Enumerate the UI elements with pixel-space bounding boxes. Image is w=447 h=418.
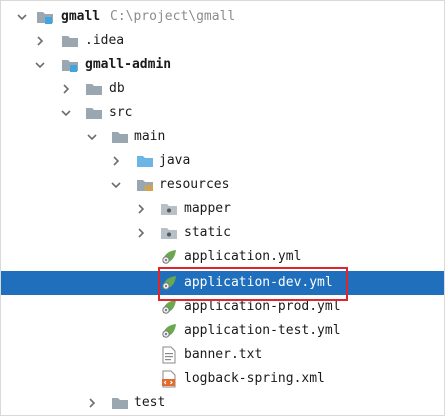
package-folder-icon: [160, 200, 178, 218]
tree-row-java[interactable]: java: [1, 149, 444, 173]
spring-yaml-file-icon: [160, 248, 178, 266]
chevron-right-icon[interactable]: [109, 154, 123, 168]
chevron-down-icon[interactable]: [109, 178, 123, 192]
folder-icon: [111, 394, 129, 412]
chevron-down-icon[interactable]: [33, 58, 47, 72]
project-name: gmall: [61, 9, 101, 24]
tree-row-mapper[interactable]: mapper: [1, 197, 444, 221]
spring-yaml-file-icon: [160, 322, 178, 340]
text-file-icon: [160, 346, 178, 364]
mapper-folder-label: mapper: [184, 201, 231, 216]
package-folder-icon: [160, 224, 178, 242]
module-folder-icon: [36, 8, 54, 26]
chevron-right-icon[interactable]: [134, 226, 148, 240]
xml-file-icon: [160, 370, 178, 388]
file-label: application-test.yml: [184, 323, 341, 338]
chevron-down-icon[interactable]: [85, 130, 99, 144]
file-label: logback-spring.xml: [184, 371, 325, 386]
file-label: application-dev.yml: [184, 275, 333, 290]
chevron-right-icon[interactable]: [33, 34, 47, 48]
main-folder-label: main: [134, 129, 166, 144]
chevron-right-icon[interactable]: [134, 202, 148, 216]
project-tree-panel: gmall C:\project\gmall .idea gmall-admin: [0, 0, 445, 416]
project-path: C:\project\gmall: [110, 9, 236, 24]
chevron-down-icon[interactable]: [15, 10, 29, 24]
chevron-right-icon[interactable]: [85, 396, 99, 410]
folder-icon: [85, 80, 103, 98]
chevron-down-icon[interactable]: [59, 106, 73, 120]
resources-folder-icon: [136, 176, 154, 194]
src-folder-label: src: [109, 105, 133, 120]
tree-row-static[interactable]: static: [1, 221, 444, 245]
tree-row-file[interactable]: application-prod.yml: [1, 295, 444, 319]
static-folder-label: static: [184, 225, 231, 240]
tree-row-file[interactable]: application.yml: [1, 245, 444, 269]
file-label: banner.txt: [184, 347, 263, 362]
tree-row-main[interactable]: main: [1, 125, 444, 149]
tree-row-resources[interactable]: resources: [1, 173, 444, 197]
tree-row-file[interactable]: banner.txt: [1, 343, 444, 367]
tree-row-test[interactable]: test: [1, 391, 444, 415]
spring-yaml-file-icon: [160, 274, 178, 292]
file-label: application.yml: [184, 249, 302, 264]
module-name: gmall-admin: [85, 57, 172, 72]
tree-row-file[interactable]: application-test.yml: [1, 319, 444, 343]
folder-icon: [111, 128, 129, 146]
test-folder-label: test: [134, 395, 166, 410]
tree-row-file-selected[interactable]: application-dev.yml: [1, 271, 444, 295]
tree-row-src[interactable]: src: [1, 101, 444, 125]
idea-folder-label: .idea: [85, 33, 125, 48]
source-folder-icon: [136, 152, 154, 170]
chevron-right-icon[interactable]: [59, 82, 73, 96]
folder-icon: [61, 32, 79, 50]
spring-yaml-file-icon: [160, 298, 178, 316]
resources-folder-label: resources: [159, 177, 230, 192]
tree-row-gmall[interactable]: gmall C:\project\gmall: [1, 5, 444, 29]
tree-row-idea[interactable]: .idea: [1, 29, 444, 53]
folder-icon: [85, 104, 103, 122]
tree-row-file[interactable]: logback-spring.xml: [1, 367, 444, 391]
tree-row-db[interactable]: db: [1, 77, 444, 101]
tree-row-gmall-admin[interactable]: gmall-admin: [1, 53, 444, 77]
db-folder-label: db: [109, 81, 125, 96]
file-label: application-prod.yml: [184, 299, 341, 314]
module-folder-icon: [61, 56, 79, 74]
java-folder-label: java: [159, 153, 191, 168]
